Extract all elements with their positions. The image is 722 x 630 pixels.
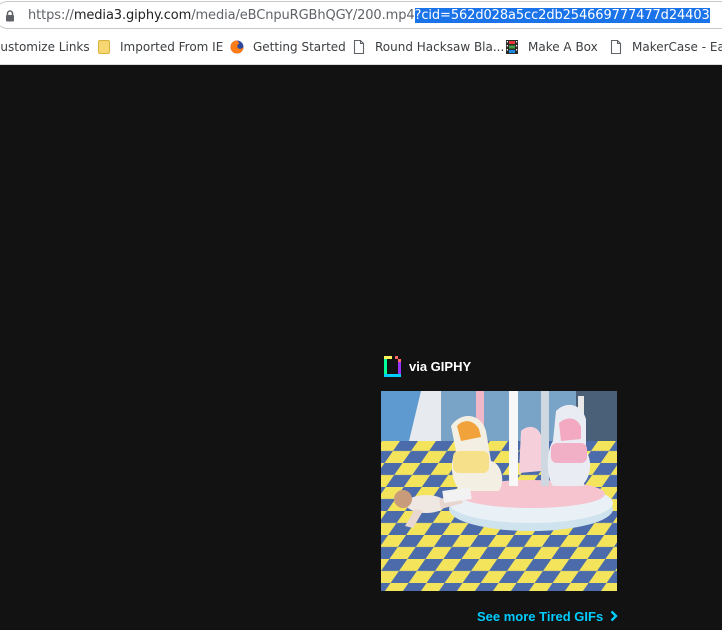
bookmark-makercase[interactable]: MakerCase - Easy	[609, 30, 722, 63]
film-icon	[506, 39, 518, 54]
firefox-icon	[230, 40, 244, 53]
bookmark-customize-links[interactable]: Customize Links	[0, 30, 90, 63]
url-field[interactable]: https://media3.giphy.com/media/eBCnpuRGB…	[0, 1, 722, 29]
bookmark-round-hacksaw[interactable]: Round Hacksaw Bla...	[352, 30, 504, 63]
bookmark-label: Make A Box	[528, 39, 598, 54]
bookmark-label: MakerCase - Easy	[632, 39, 722, 54]
giphy-attribution[interactable]: via GIPHY	[384, 355, 471, 377]
gif-preview[interactable]	[381, 391, 617, 591]
see-more-gifs-link[interactable]: See more Tired GIFs	[477, 606, 619, 626]
bookmark-label: Customize Links	[0, 39, 90, 54]
url-selection[interactable]: ?cid=562d028a5cc2db254669777477d24403	[414, 8, 710, 23]
bookmark-label: Imported From IE	[120, 39, 224, 54]
giphy-logo-icon	[384, 355, 401, 377]
gif-scene	[381, 391, 617, 591]
page-icon	[353, 39, 365, 54]
bookmark-getting-started[interactable]: Getting Started	[230, 30, 346, 63]
url-text[interactable]: https://media3.giphy.com/media/eBCnpuRGB…	[28, 8, 710, 23]
lock-icon[interactable]	[5, 10, 15, 22]
bookmark-make-a-box[interactable]: Make A Box	[505, 30, 598, 63]
address-bar: https://media3.giphy.com/media/eBCnpuRGB…	[0, 0, 722, 30]
folder-icon	[98, 39, 110, 54]
chevron-right-icon	[610, 610, 618, 622]
bookmark-label: Getting Started	[253, 39, 346, 54]
bookmark-label: Round Hacksaw Bla...	[375, 39, 505, 54]
see-more-label: See more Tired GIFs	[477, 608, 604, 624]
bookmark-imported-from-ie[interactable]: Imported From IE	[97, 30, 223, 63]
bookmarks-bar: Customize Links Imported From IE Getting…	[0, 30, 722, 65]
page-icon	[610, 39, 622, 54]
via-giphy-label: via GIPHY	[409, 358, 472, 374]
